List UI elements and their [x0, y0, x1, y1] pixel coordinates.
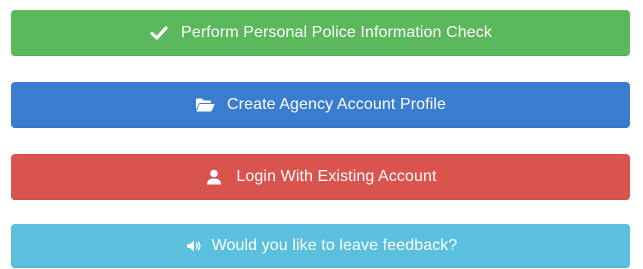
folder-open-icon: [195, 96, 215, 114]
action-button-stack: Perform Personal Police Information Chec…: [0, 0, 643, 269]
create-agency-account-label: Create Agency Account Profile: [226, 96, 447, 113]
police-check-button[interactable]: Perform Personal Police Information Chec…: [11, 10, 630, 56]
login-existing-account-label: Login With Existing Account: [236, 168, 437, 185]
volume-icon: [184, 237, 204, 255]
leave-feedback-label: Would you like to leave feedback?: [211, 237, 458, 254]
login-existing-account-button[interactable]: Login With Existing Account: [11, 154, 630, 200]
user-icon: [204, 168, 224, 186]
leave-feedback-button[interactable]: Would you like to leave feedback?: [11, 224, 630, 268]
checkmark-icon: [149, 24, 169, 42]
police-check-label: Perform Personal Police Information Chec…: [181, 24, 492, 41]
create-agency-account-button[interactable]: Create Agency Account Profile: [11, 82, 630, 128]
